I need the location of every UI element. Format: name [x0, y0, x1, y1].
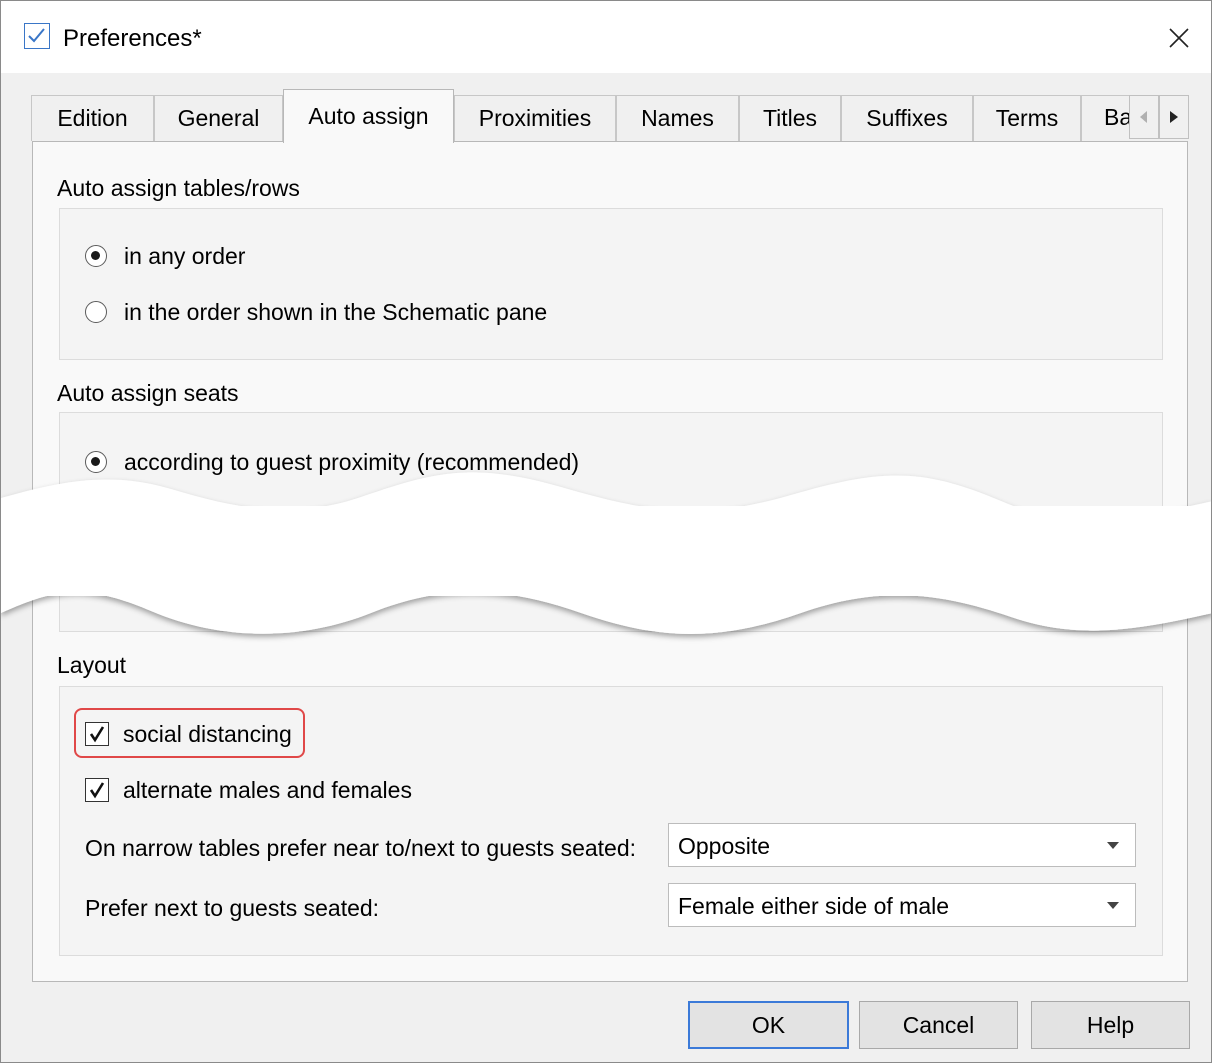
radio-schematic-order-seats-label: in the order shown in the Schematic pane — [124, 504, 548, 530]
tables-rows-group — [59, 208, 1163, 360]
tab-auto-assign[interactable]: Auto assign — [283, 89, 454, 143]
tab-partial[interactable]: Ba — [1081, 95, 1129, 141]
social-distancing-checkbox[interactable] — [85, 722, 109, 746]
chevron-down-icon — [1107, 842, 1119, 849]
seats-heading: Auto assign seats — [57, 380, 239, 406]
narrow-tables-select[interactable]: Opposite — [668, 823, 1136, 867]
tab-suffixes[interactable]: Suffixes — [841, 95, 973, 141]
title-bar: Preferences* — [1, 1, 1211, 73]
tables-rows-heading: Auto assign tables/rows — [57, 175, 300, 201]
radio-schematic-order-tables[interactable] — [85, 301, 107, 323]
close-icon[interactable] — [1151, 13, 1207, 63]
cancel-button[interactable]: Cancel — [859, 1001, 1018, 1049]
radio-schematic-order-seats[interactable] — [85, 507, 107, 529]
window-title: Preferences* — [63, 25, 202, 52]
alternate-checkbox[interactable] — [85, 778, 109, 802]
radio-any-order-label: in any order — [124, 243, 246, 269]
checkmark-icon — [89, 726, 105, 743]
chevron-down-icon — [1107, 902, 1119, 909]
layout-heading: Layout — [57, 652, 127, 678]
ok-button[interactable]: OK — [688, 1001, 849, 1049]
alternate-label: alternate males and females — [123, 777, 412, 803]
narrow-tables-value: Opposite — [678, 833, 771, 859]
scroll-left-icon[interactable] — [1129, 95, 1159, 139]
social-distancing-label: social distancing — [123, 721, 292, 747]
narrow-tables-label: On narrow tables prefer near to/next to … — [85, 835, 637, 861]
prefer-next-select[interactable]: Female either side of male — [668, 883, 1136, 927]
tab-names[interactable]: Names — [616, 95, 739, 141]
help-button[interactable]: Help — [1031, 1001, 1190, 1049]
checkmark-icon — [89, 782, 105, 799]
tab-terms[interactable]: Terms — [973, 95, 1081, 141]
preferences-window: Preferences* Edition General Auto assign… — [0, 0, 1212, 1063]
tab-edition[interactable]: Edition — [31, 95, 154, 141]
radio-guest-proximity[interactable] — [85, 451, 107, 473]
tab-general[interactable]: General — [154, 95, 283, 141]
tab-proximities[interactable]: Proximities — [454, 95, 616, 141]
tab-partial-label: Ba — [1104, 104, 1129, 130]
tab-titles[interactable]: Titles — [739, 95, 841, 141]
scroll-right-icon[interactable] — [1159, 95, 1189, 139]
checkbox-app-icon — [24, 23, 50, 49]
radio-guest-proximity-label: according to guest proximity (recommende… — [124, 449, 580, 475]
prefer-next-value: Female either side of male — [678, 893, 950, 919]
prefer-next-label: Prefer next to guests seated: — [85, 895, 380, 921]
radio-schematic-order-tables-label: in the order shown in the Schematic pane — [124, 299, 548, 325]
radio-any-order[interactable] — [85, 245, 107, 267]
